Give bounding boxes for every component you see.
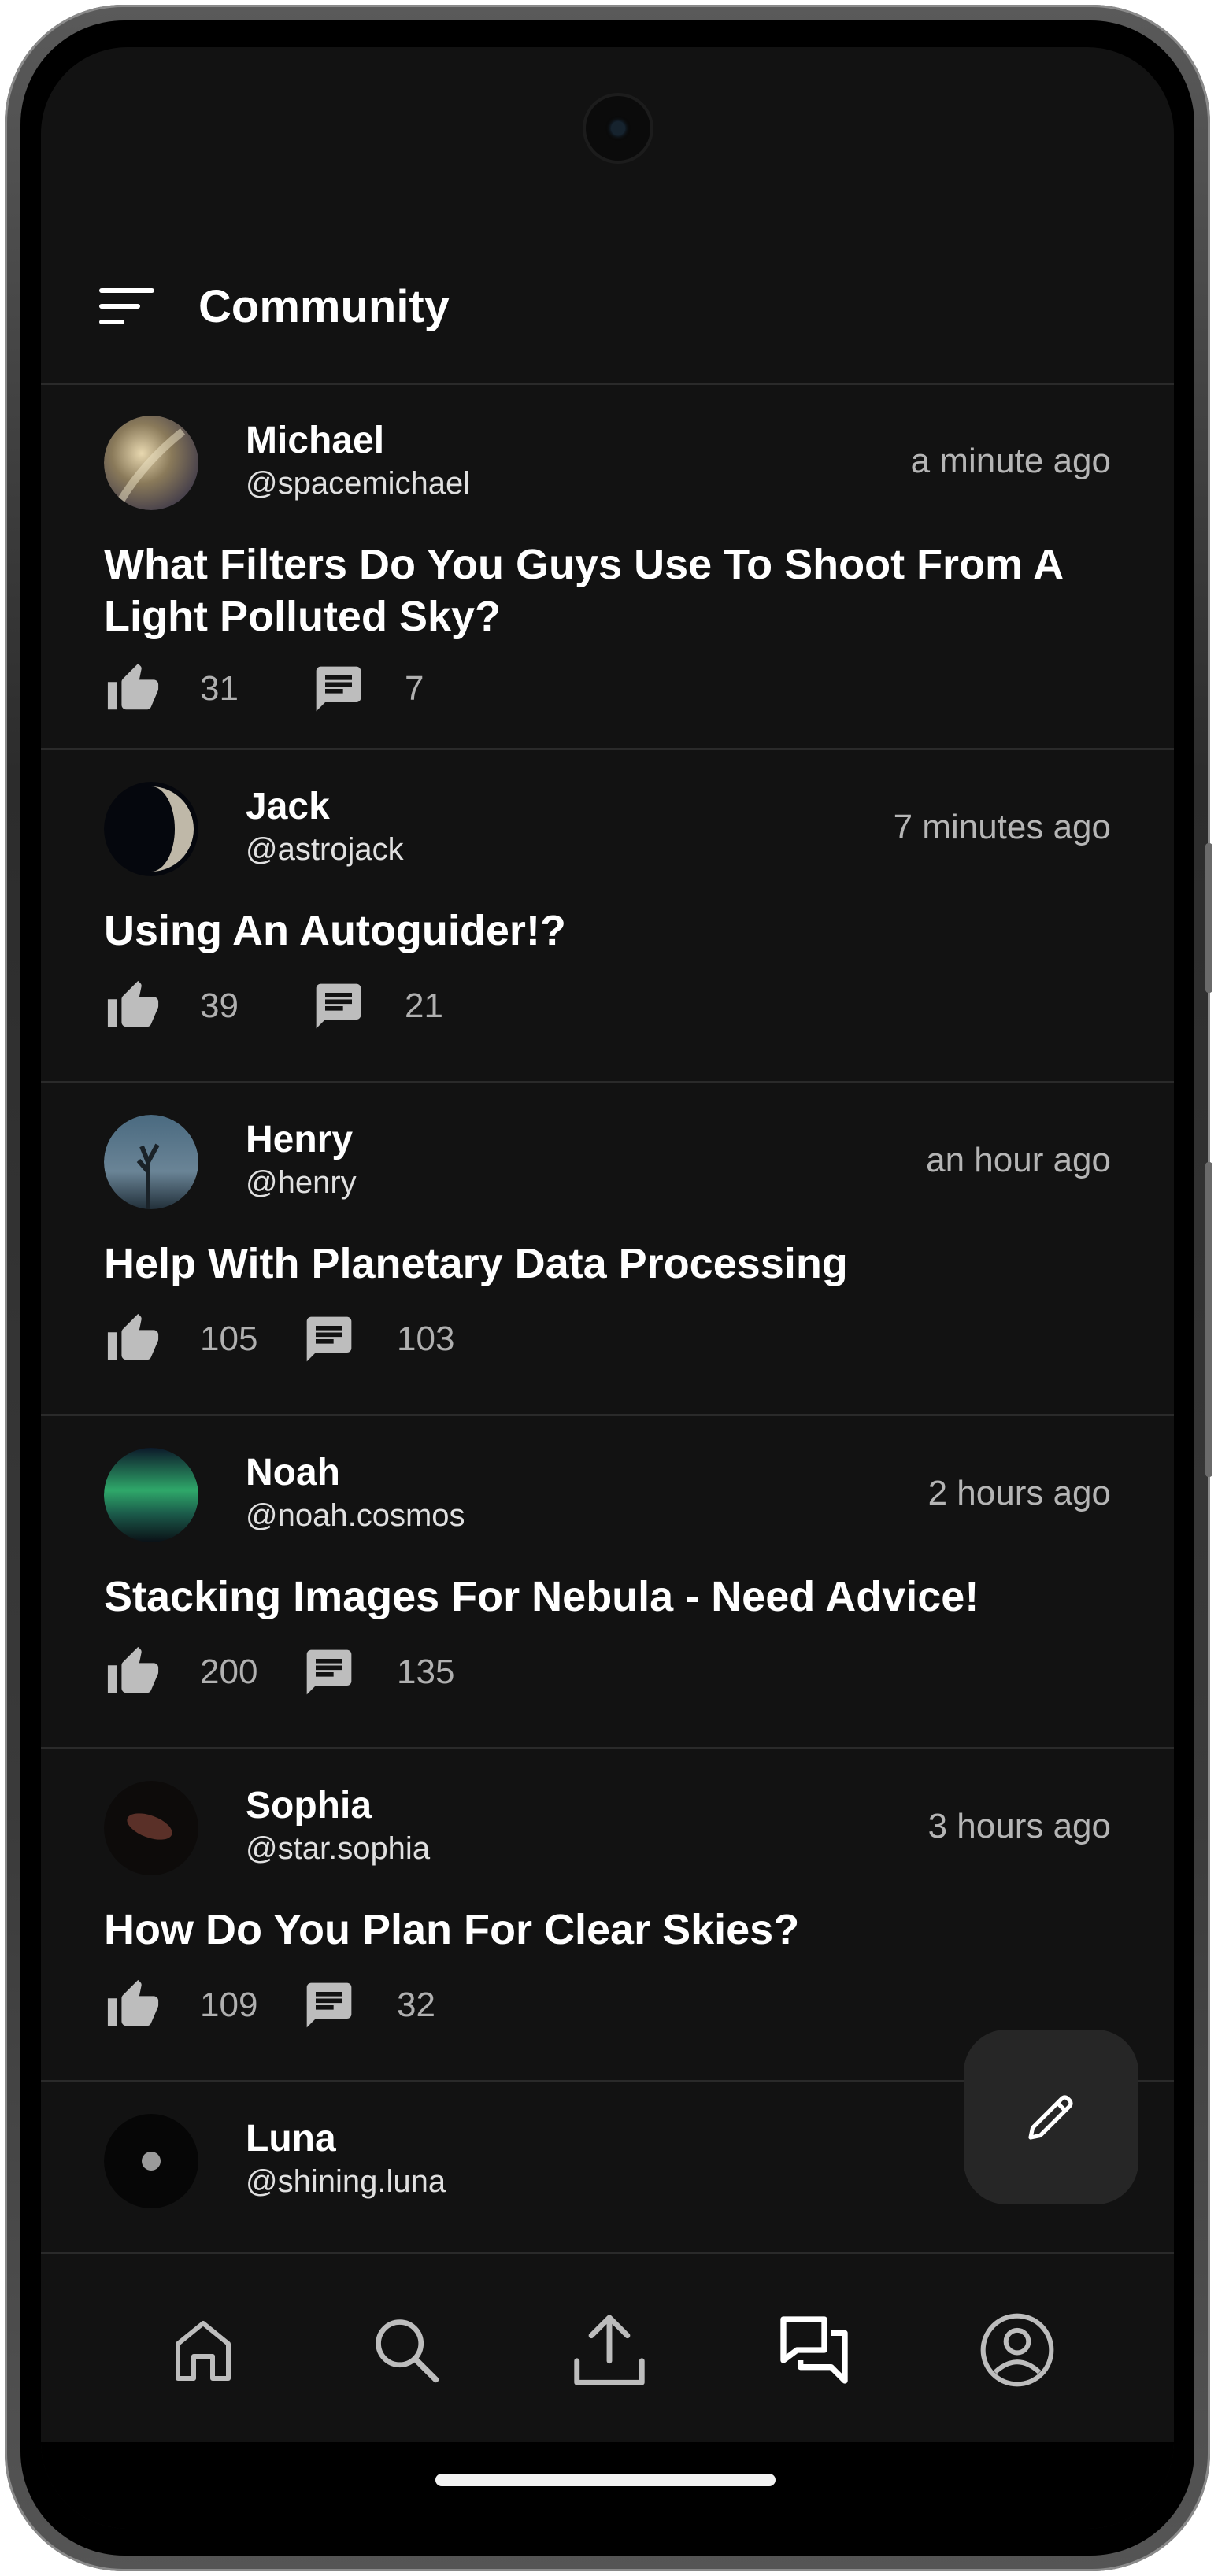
like-count: 109 — [200, 1986, 258, 2024]
post-title[interactable]: Using An Autoguider!? — [104, 905, 1112, 957]
front-camera — [586, 96, 650, 161]
like-button[interactable] — [104, 661, 162, 716]
post-timestamp: 3 hours ago — [927, 1807, 1111, 1845]
post-title[interactable]: Stacking Images For Nebula - Need Advice… — [104, 1571, 1112, 1623]
comment-icon — [306, 1982, 352, 2028]
nav-upload[interactable] — [562, 2303, 657, 2397]
author-handle: @shining.luna — [246, 2164, 446, 2199]
comment-button[interactable] — [302, 1645, 356, 1700]
like-count: 200 — [200, 1653, 258, 1691]
post-title[interactable]: What Filters Do You Guys Use To Shoot Fr… — [104, 539, 1112, 642]
author-handle: @star.sophia — [246, 1831, 431, 1866]
post-card[interactable]: Henry @henry an hour ago Help With Plane… — [41, 1081, 1174, 1414]
author-name[interactable]: Noah — [246, 1453, 340, 1493]
nav-home[interactable] — [156, 2303, 250, 2397]
comment-button[interactable] — [302, 1312, 356, 1367]
author-name[interactable]: Luna — [246, 2119, 336, 2160]
author-handle: @astrojack — [246, 832, 404, 867]
gesture-area — [41, 2442, 1174, 2529]
menu-icon[interactable] — [99, 288, 156, 326]
compose-button[interactable] — [964, 2030, 1138, 2204]
comment-count: 32 — [397, 1986, 435, 2024]
author-name[interactable]: Michael — [246, 420, 384, 461]
comment-count: 7 — [405, 669, 424, 708]
like-count: 31 — [200, 669, 239, 708]
post-card[interactable]: Jack @astrojack 7 minutes ago Using An A… — [41, 748, 1174, 1081]
avatar[interactable] — [104, 1448, 198, 1542]
like-button[interactable] — [104, 1312, 162, 1367]
post-card[interactable]: Noah @noah.cosmos 2 hours ago Stacking I… — [41, 1414, 1174, 1747]
comment-button[interactable] — [312, 661, 365, 716]
thumb-up-icon — [107, 980, 159, 1027]
thumb-up-icon — [107, 1646, 159, 1693]
home-icon — [176, 2321, 231, 2381]
phone-bezel: Community Michael @spacemichael a minute… — [20, 20, 1194, 2556]
post-timestamp: 2 hours ago — [927, 1474, 1111, 1512]
post-timestamp: 7 minutes ago — [893, 808, 1111, 846]
forum-icon — [780, 2316, 848, 2384]
comment-icon — [306, 1316, 352, 1362]
avatar[interactable] — [104, 782, 198, 876]
volume-button — [1205, 843, 1212, 993]
screen: Community Michael @spacemichael a minute… — [41, 47, 1174, 2529]
pencil-icon — [1028, 2095, 1073, 2140]
post-title[interactable]: How Do You Plan For Clear Skies? — [104, 1904, 1112, 1956]
search-icon — [376, 2319, 439, 2383]
nav-search[interactable] — [359, 2303, 454, 2397]
avatar[interactable] — [104, 1781, 198, 1875]
phone-frame: Community Michael @spacemichael a minute… — [5, 5, 1212, 2571]
page-title: Community — [198, 281, 450, 332]
post-timestamp: an hour ago — [926, 1141, 1111, 1179]
like-button[interactable] — [104, 1978, 162, 2033]
account-icon — [980, 2313, 1054, 2387]
comment-button[interactable] — [302, 1978, 356, 2033]
avatar[interactable] — [104, 416, 198, 510]
comment-count: 135 — [397, 1653, 455, 1691]
post-title[interactable]: Help With Planetary Data Processing — [104, 1238, 1112, 1290]
post-timestamp: a minute ago — [910, 442, 1111, 480]
author-handle: @spacemichael — [246, 466, 471, 501]
comment-count: 103 — [397, 1319, 455, 1358]
comment-icon — [306, 1649, 352, 1695]
like-button[interactable] — [104, 979, 162, 1034]
nav-forum[interactable] — [767, 2303, 861, 2397]
like-count: 39 — [200, 986, 239, 1025]
power-button — [1205, 1162, 1212, 1477]
author-name[interactable]: Sophia — [246, 1786, 372, 1827]
author-handle: @noah.cosmos — [246, 1498, 465, 1533]
thumb-up-icon — [107, 1313, 159, 1360]
bottom-navigation — [41, 2252, 1174, 2443]
avatar[interactable] — [104, 2114, 198, 2208]
comment-icon — [316, 983, 361, 1029]
thumb-up-icon — [107, 1979, 159, 2026]
post-card[interactable]: Michael @spacemichael a minute ago What … — [41, 384, 1174, 748]
author-handle: @henry — [246, 1165, 357, 1200]
app-header: Community — [41, 233, 1174, 383]
nav-profile[interactable] — [970, 2303, 1064, 2397]
thumb-up-icon — [107, 663, 159, 710]
author-name[interactable]: Jack — [246, 786, 330, 827]
comment-icon — [316, 666, 361, 712]
like-button[interactable] — [104, 1645, 162, 1700]
avatar[interactable] — [104, 1115, 198, 1209]
home-indicator[interactable] — [435, 2474, 776, 2486]
upload-icon — [574, 2315, 645, 2385]
comment-count: 21 — [405, 986, 443, 1025]
author-name[interactable]: Henry — [246, 1120, 353, 1160]
comment-button[interactable] — [312, 979, 365, 1034]
post-list: Michael @spacemichael a minute ago What … — [41, 384, 1174, 2256]
like-count: 105 — [200, 1319, 258, 1358]
